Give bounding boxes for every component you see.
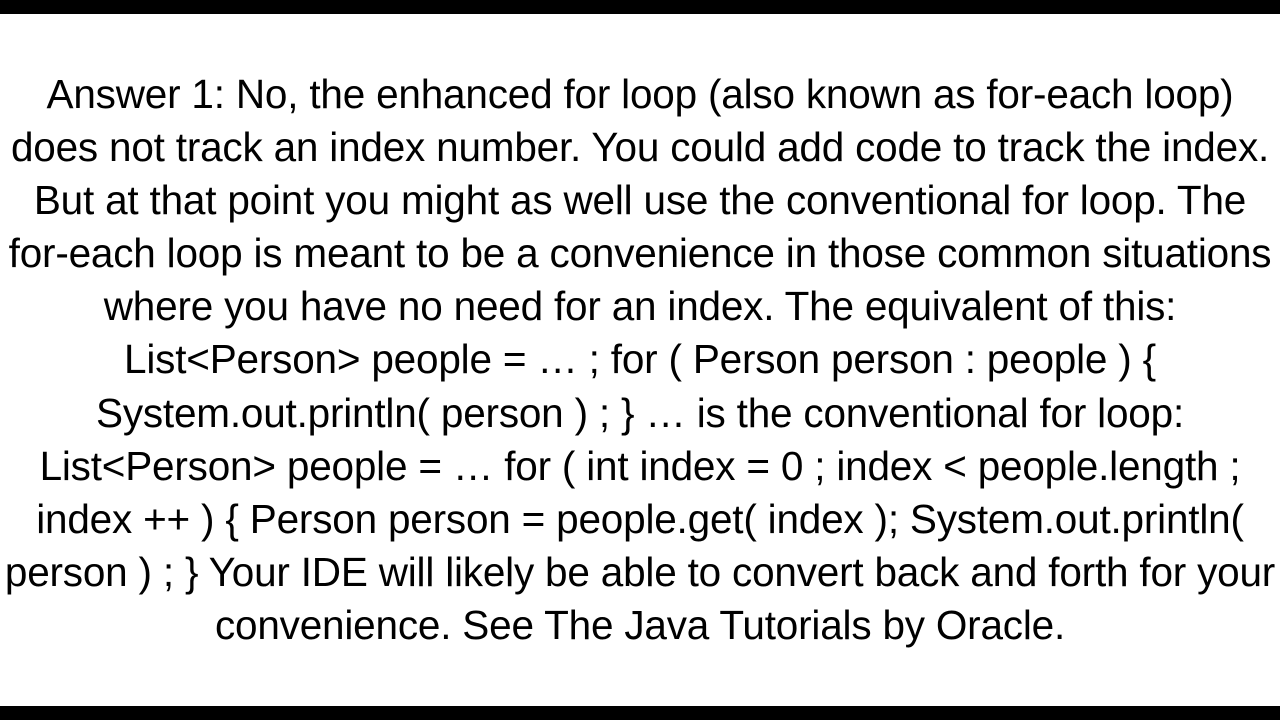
bottom-bar (0, 706, 1280, 720)
top-bar (0, 0, 1280, 14)
content-area: Answer 1: No, the enhanced for loop (als… (0, 14, 1280, 706)
answer-text: Answer 1: No, the enhanced for loop (als… (0, 68, 1280, 652)
